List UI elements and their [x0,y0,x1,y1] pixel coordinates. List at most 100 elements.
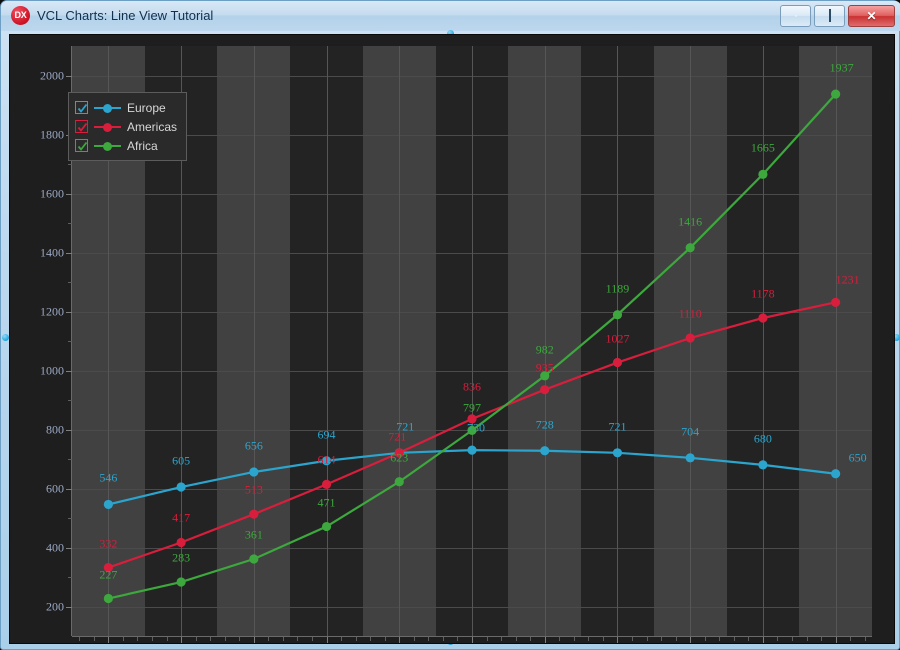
x-axis-minor-tick [704,637,706,641]
maximize-button[interactable] [814,5,845,27]
x-axis-minor-tick [79,637,81,641]
y-axis-tick [66,252,72,254]
x-axis-tick [690,637,692,643]
data-label: 704 [681,424,700,439]
series-point-africa[interactable] [321,521,332,532]
x-axis-minor-tick [719,637,721,641]
x-axis-minor-tick [646,637,648,641]
x-axis-minor-tick [661,637,663,641]
legend-checkbox-americas[interactable] [75,120,88,133]
series-point-americas[interactable] [249,509,259,519]
x-axis-minor-tick [632,637,633,641]
data-label: 730 [467,420,485,435]
y-axis-minor-tick [68,400,72,401]
title-bar[interactable]: DX VCL Charts: Line View Tutorial ✕ [1,1,900,31]
x-axis-minor-tick [602,637,604,641]
y-axis-tick-label: 1600 [40,186,64,200]
x-axis-minor-tick [530,637,532,641]
x-axis-minor-tick [442,637,444,641]
series-point-europe[interactable] [103,499,113,510]
series-point-europe[interactable] [176,482,186,492]
series-point-europe[interactable] [540,446,550,456]
check-icon [77,141,88,151]
close-button[interactable]: ✕ [848,5,895,27]
x-axis-minor-tick [864,637,866,641]
series-point-africa[interactable] [103,593,113,604]
series-point-americas[interactable] [321,479,332,489]
legend-checkbox-europe[interactable] [75,101,88,114]
y-axis-tick-label: 800 [46,422,64,436]
x-axis-minor-tick [312,637,313,641]
y-axis-tick-label: 1400 [40,245,64,259]
data-label: 227 [99,567,118,582]
chart-control[interactable]: 546 605 656 694 721 730 728 721 704 680 650 332 417 5… [9,34,895,644]
x-axis-minor-tick [806,637,808,641]
y-axis-minor-tick [68,282,72,283]
check-icon [77,103,88,113]
data-label: 513 [244,482,263,497]
series-point-europe[interactable] [612,448,623,458]
data-label: 1937 [829,60,854,75]
y-axis-tick [66,488,72,490]
series-point-africa[interactable] [685,243,695,253]
series-point-africa[interactable] [612,310,623,320]
x-axis-minor-tick [457,637,459,641]
x-axis-minor-tick [268,637,270,641]
series-point-europe[interactable] [685,453,695,463]
y-axis-tick [66,606,72,608]
data-label: 650 [848,450,867,465]
series-lines [103,89,841,604]
y-axis-tick [66,75,72,77]
x-axis-tick [399,637,401,643]
x-axis-minor-tick [297,637,299,641]
y-axis-minor-tick [68,518,72,519]
x-axis-minor-tick [792,637,793,641]
series-point-americas[interactable] [540,385,550,395]
series-point-americas[interactable] [176,537,186,548]
y-axis-tick [66,429,72,431]
series-point-africa[interactable] [249,554,259,564]
series-point-europe[interactable] [467,445,477,455]
x-axis-minor-tick [428,637,430,641]
x-axis-minor-tick [501,637,503,641]
y-axis-tick [66,311,72,313]
data-label: 1416 [678,214,703,229]
legend-item-europe[interactable]: Europe [75,98,177,117]
legend-item-africa[interactable]: Africa [75,136,177,155]
series-point-europe[interactable] [249,467,259,477]
series-point-americas[interactable] [758,313,768,323]
x-axis-minor-tick [210,637,212,641]
series-point-americas[interactable] [685,333,695,343]
series-point-africa[interactable] [394,477,404,487]
series-point-europe[interactable] [758,460,768,470]
minimize-button[interactable] [780,5,811,27]
y-axis-tick [66,193,72,195]
series-point-africa[interactable] [758,169,768,179]
chart-plot-area[interactable]: 546 605 656 694 721 730 728 721 704 680 650 332 417 5… [72,46,872,636]
x-axis-minor-tick [821,637,823,641]
y-axis-tick-label: 2000 [40,68,64,82]
x-axis-minor-tick [122,637,124,641]
x-axis-tick [544,637,546,643]
data-label: 1189 [605,281,630,296]
legend-item-americas[interactable]: Americas [75,117,177,136]
x-axis-tick [835,637,837,643]
chart-legend[interactable]: Europe Americas Africa [68,92,188,161]
x-axis-minor-tick [152,637,153,641]
data-label: 361 [244,527,263,542]
data-label: 471 [317,495,336,510]
data-label: 1027 [605,331,630,346]
x-axis-minor-tick [370,637,372,641]
series-point-americas[interactable] [831,297,841,307]
x-axis-minor-tick [282,637,284,641]
series-point-americas[interactable] [612,357,623,368]
data-label: 836 [463,379,481,394]
series-point-africa[interactable] [176,577,186,587]
legend-checkbox-africa[interactable] [75,139,88,152]
data-label: 1110 [678,306,702,321]
series-point-europe[interactable] [831,469,841,479]
series-point-africa[interactable] [831,89,841,99]
check-icon [77,122,88,132]
resize-grip-left[interactable] [2,334,9,341]
series-line-europe [108,449,836,506]
